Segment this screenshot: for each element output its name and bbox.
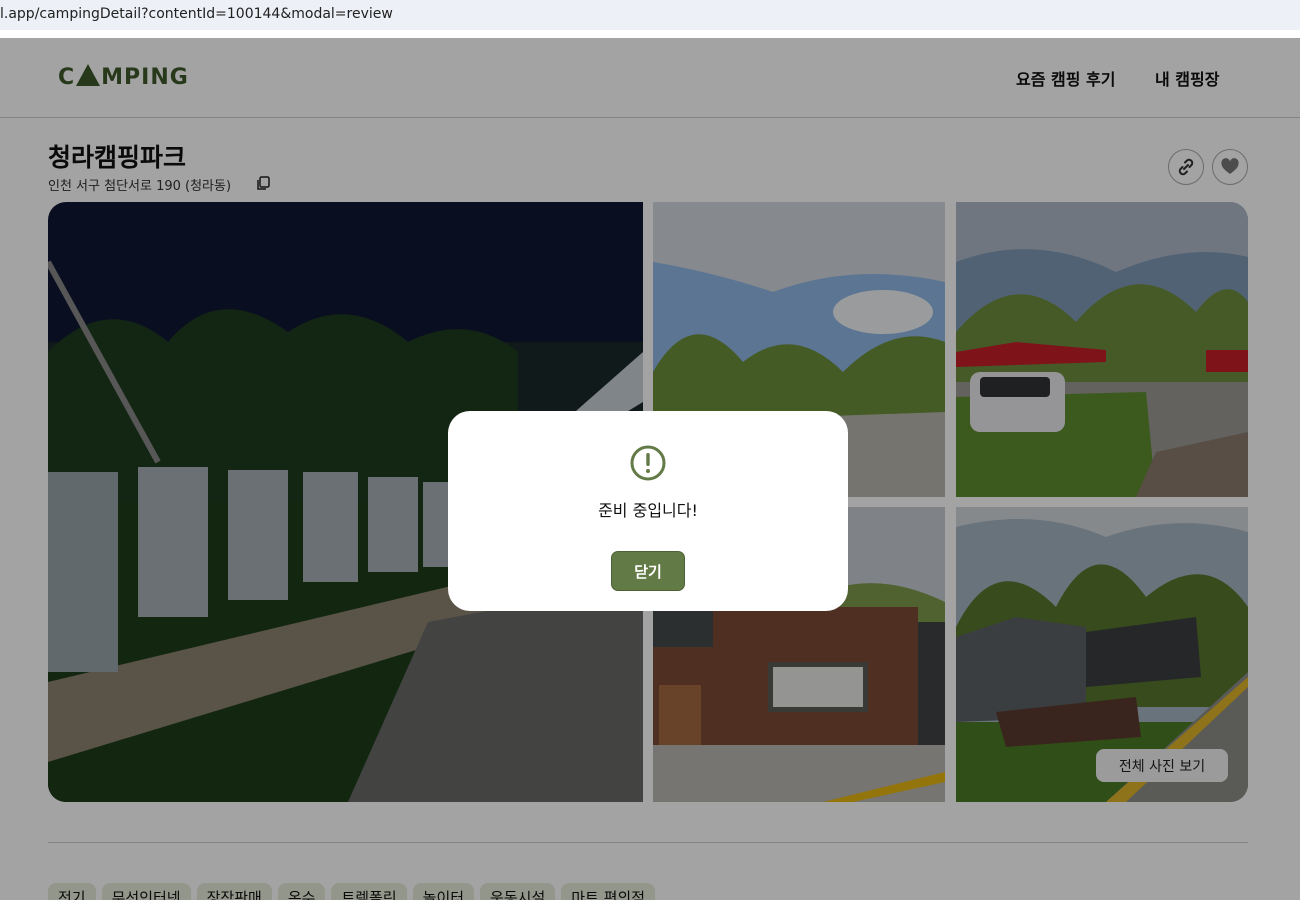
notice-modal: 준비 중입니다! 닫기 bbox=[448, 411, 848, 611]
browser-url-bar[interactable]: l.app/campingDetail?contentId=100144&mod… bbox=[0, 0, 1300, 31]
close-button[interactable]: 닫기 bbox=[611, 551, 685, 591]
browser-gap bbox=[0, 30, 1300, 38]
url-text: l.app/campingDetail?contentId=100144&mod… bbox=[0, 6, 393, 22]
modal-message: 준비 중입니다! bbox=[598, 501, 698, 520]
page: C MPING 요즘 캠핑 후기 내 캠핑장 청라캠핑파크 인천 서구 첨단서로 … bbox=[0, 38, 1300, 900]
exclamation-circle-icon bbox=[630, 445, 666, 481]
